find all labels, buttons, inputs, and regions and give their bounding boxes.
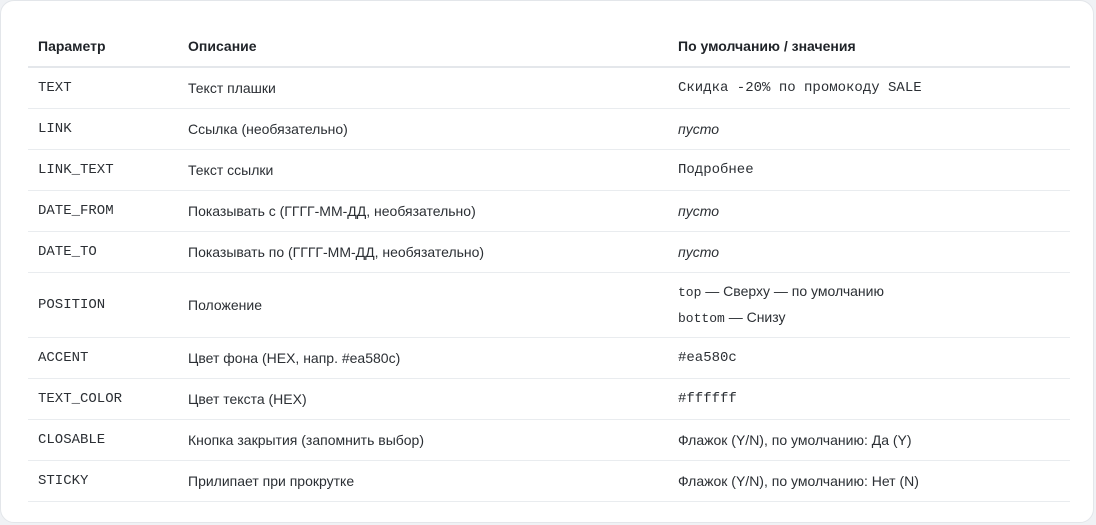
param-description: Показывать с (ГГГГ-ММ-ДД, необязательно): [178, 190, 668, 232]
header-default: По умолчанию / значения: [668, 26, 1070, 68]
param-default: Подробнее: [668, 149, 1070, 191]
table-row: DATE_FROM Показывать с (ГГГГ-ММ-ДД, необ…: [28, 190, 1070, 232]
param-name: STICKY: [28, 460, 178, 502]
param-description: Кнопка закрытия (запомнить выбор): [178, 419, 668, 461]
table-row: DATE_TO Показывать по (ГГГГ-ММ-ДД, необя…: [28, 231, 1070, 273]
option-code: bottom: [678, 311, 725, 326]
option-text: — Снизу: [724, 309, 786, 325]
param-description: Текст плашки: [178, 67, 668, 109]
param-default: пусто: [668, 108, 1070, 150]
option-text: — Сверху — по умолчанию: [701, 283, 884, 299]
param-name: DATE_FROM: [28, 190, 178, 232]
param-name: ACCENT: [28, 337, 178, 379]
param-default: #ffffff: [668, 378, 1070, 420]
param-default: пусто: [668, 231, 1070, 273]
param-name: POSITION: [28, 272, 178, 338]
param-description: Цвет фона (HEX, напр. #ea580c): [178, 337, 668, 379]
option-code: top: [678, 285, 702, 300]
param-default: Флажок (Y/N), по умолчанию: Нет (N): [668, 460, 1070, 502]
param-name: TEXT: [28, 67, 178, 109]
table-row: CLOSABLE Кнопка закрытия (запомнить выбо…: [28, 419, 1070, 461]
table-row: LINK Ссылка (необязательно) пусто: [28, 108, 1070, 150]
param-default: Скидка -20% по промокоду SALE: [668, 67, 1070, 109]
parameters-card: Параметр Описание По умолчанию / значени…: [0, 0, 1094, 523]
table-header-row: Параметр Описание По умолчанию / значени…: [28, 26, 1070, 68]
param-default: #ea580c: [668, 337, 1070, 379]
param-name: CLOSABLE: [28, 419, 178, 461]
param-default: Флажок (Y/N), по умолчанию: Да (Y): [668, 419, 1070, 461]
table-row: TEXT_COLOR Цвет текста (HEX) #ffffff: [28, 378, 1070, 420]
param-description: Ссылка (необязательно): [178, 108, 668, 150]
header-description: Описание: [178, 26, 668, 68]
param-name: LINK_TEXT: [28, 149, 178, 191]
table-row: ACCENT Цвет фона (HEX, напр. #ea580c) #e…: [28, 337, 1070, 379]
param-description: Цвет текста (HEX): [178, 378, 668, 420]
param-description: Прилипает при прокрутке: [178, 460, 668, 502]
table-row: TEXT Текст плашки Скидка -20% по промоко…: [28, 67, 1070, 109]
param-description: Показывать по (ГГГГ-ММ-ДД, необязательно…: [178, 231, 668, 273]
param-description: Текст ссылки: [178, 149, 668, 191]
param-description: Положение: [178, 272, 668, 338]
param-default: top — Сверху — по умолчанию bottom — Сни…: [668, 272, 1070, 338]
param-name: TEXT_COLOR: [28, 378, 178, 420]
option-top: top — Сверху — по умолчанию: [678, 279, 1060, 305]
table-row: LINK_TEXT Текст ссылки Подробнее: [28, 149, 1070, 191]
param-name: DATE_TO: [28, 231, 178, 273]
header-param: Параметр: [28, 26, 178, 68]
table-row: STICKY Прилипает при прокрутке Флажок (Y…: [28, 460, 1070, 502]
option-bottom: bottom — Снизу: [678, 305, 1060, 331]
param-default: пусто: [668, 190, 1070, 232]
table-row: POSITION Положение top — Сверху — по умо…: [28, 272, 1070, 338]
parameters-table: Параметр Описание По умолчанию / значени…: [28, 26, 1070, 502]
param-name: LINK: [28, 108, 178, 150]
